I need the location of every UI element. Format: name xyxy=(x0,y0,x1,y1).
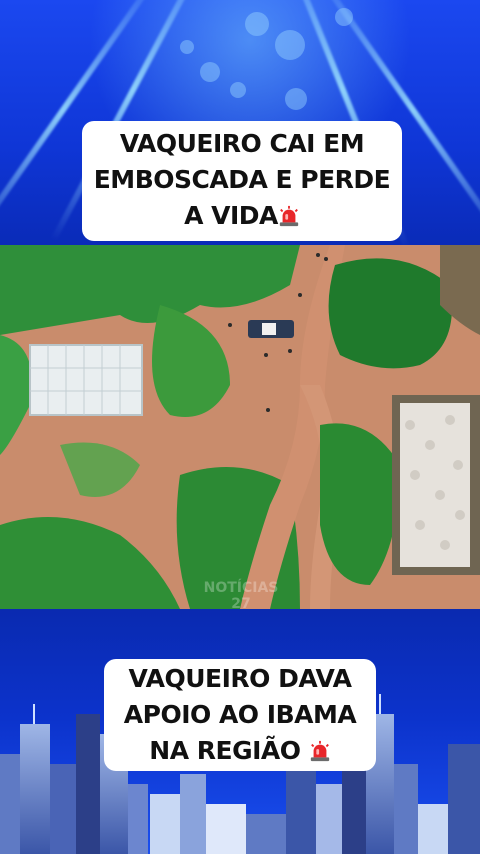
bokeh-light xyxy=(335,8,353,26)
bokeh-light xyxy=(275,30,305,60)
aerial-scene xyxy=(0,245,480,609)
top-caption-line2: EMBOSCADA E PERDE xyxy=(93,165,391,194)
top-caption-line1: VAQUEIRO CAI EM xyxy=(119,129,365,158)
watermark-line1: NOTÍCIAS xyxy=(203,580,279,596)
top-caption-line3-wrap: A VIDA xyxy=(82,198,402,234)
bokeh-light xyxy=(230,82,246,98)
bottom-caption-line1: VAQUEIRO DAVA xyxy=(128,664,352,693)
bokeh-light xyxy=(200,62,220,82)
bokeh-light xyxy=(180,40,194,54)
bottom-caption-line2: APOIO AO IBAMA xyxy=(123,700,357,729)
police-light-icon xyxy=(310,740,329,762)
bokeh-light xyxy=(285,88,307,110)
top-caption: VAQUEIRO CAI EM EMBOSCADA E PERDE A VIDA xyxy=(82,121,402,241)
police-light-icon xyxy=(279,205,299,227)
bottom-caption-line3: NA REGIÃO xyxy=(149,736,301,765)
bottom-caption: VAQUEIRO DAVA APOIO AO IBAMA NA REGIÃO xyxy=(104,659,376,771)
top-caption-line3: A VIDA xyxy=(184,201,278,230)
bokeh-light xyxy=(245,12,269,36)
aerial-photo xyxy=(0,245,480,609)
bottom-caption-line3-wrap: NA REGIÃO xyxy=(104,733,376,769)
